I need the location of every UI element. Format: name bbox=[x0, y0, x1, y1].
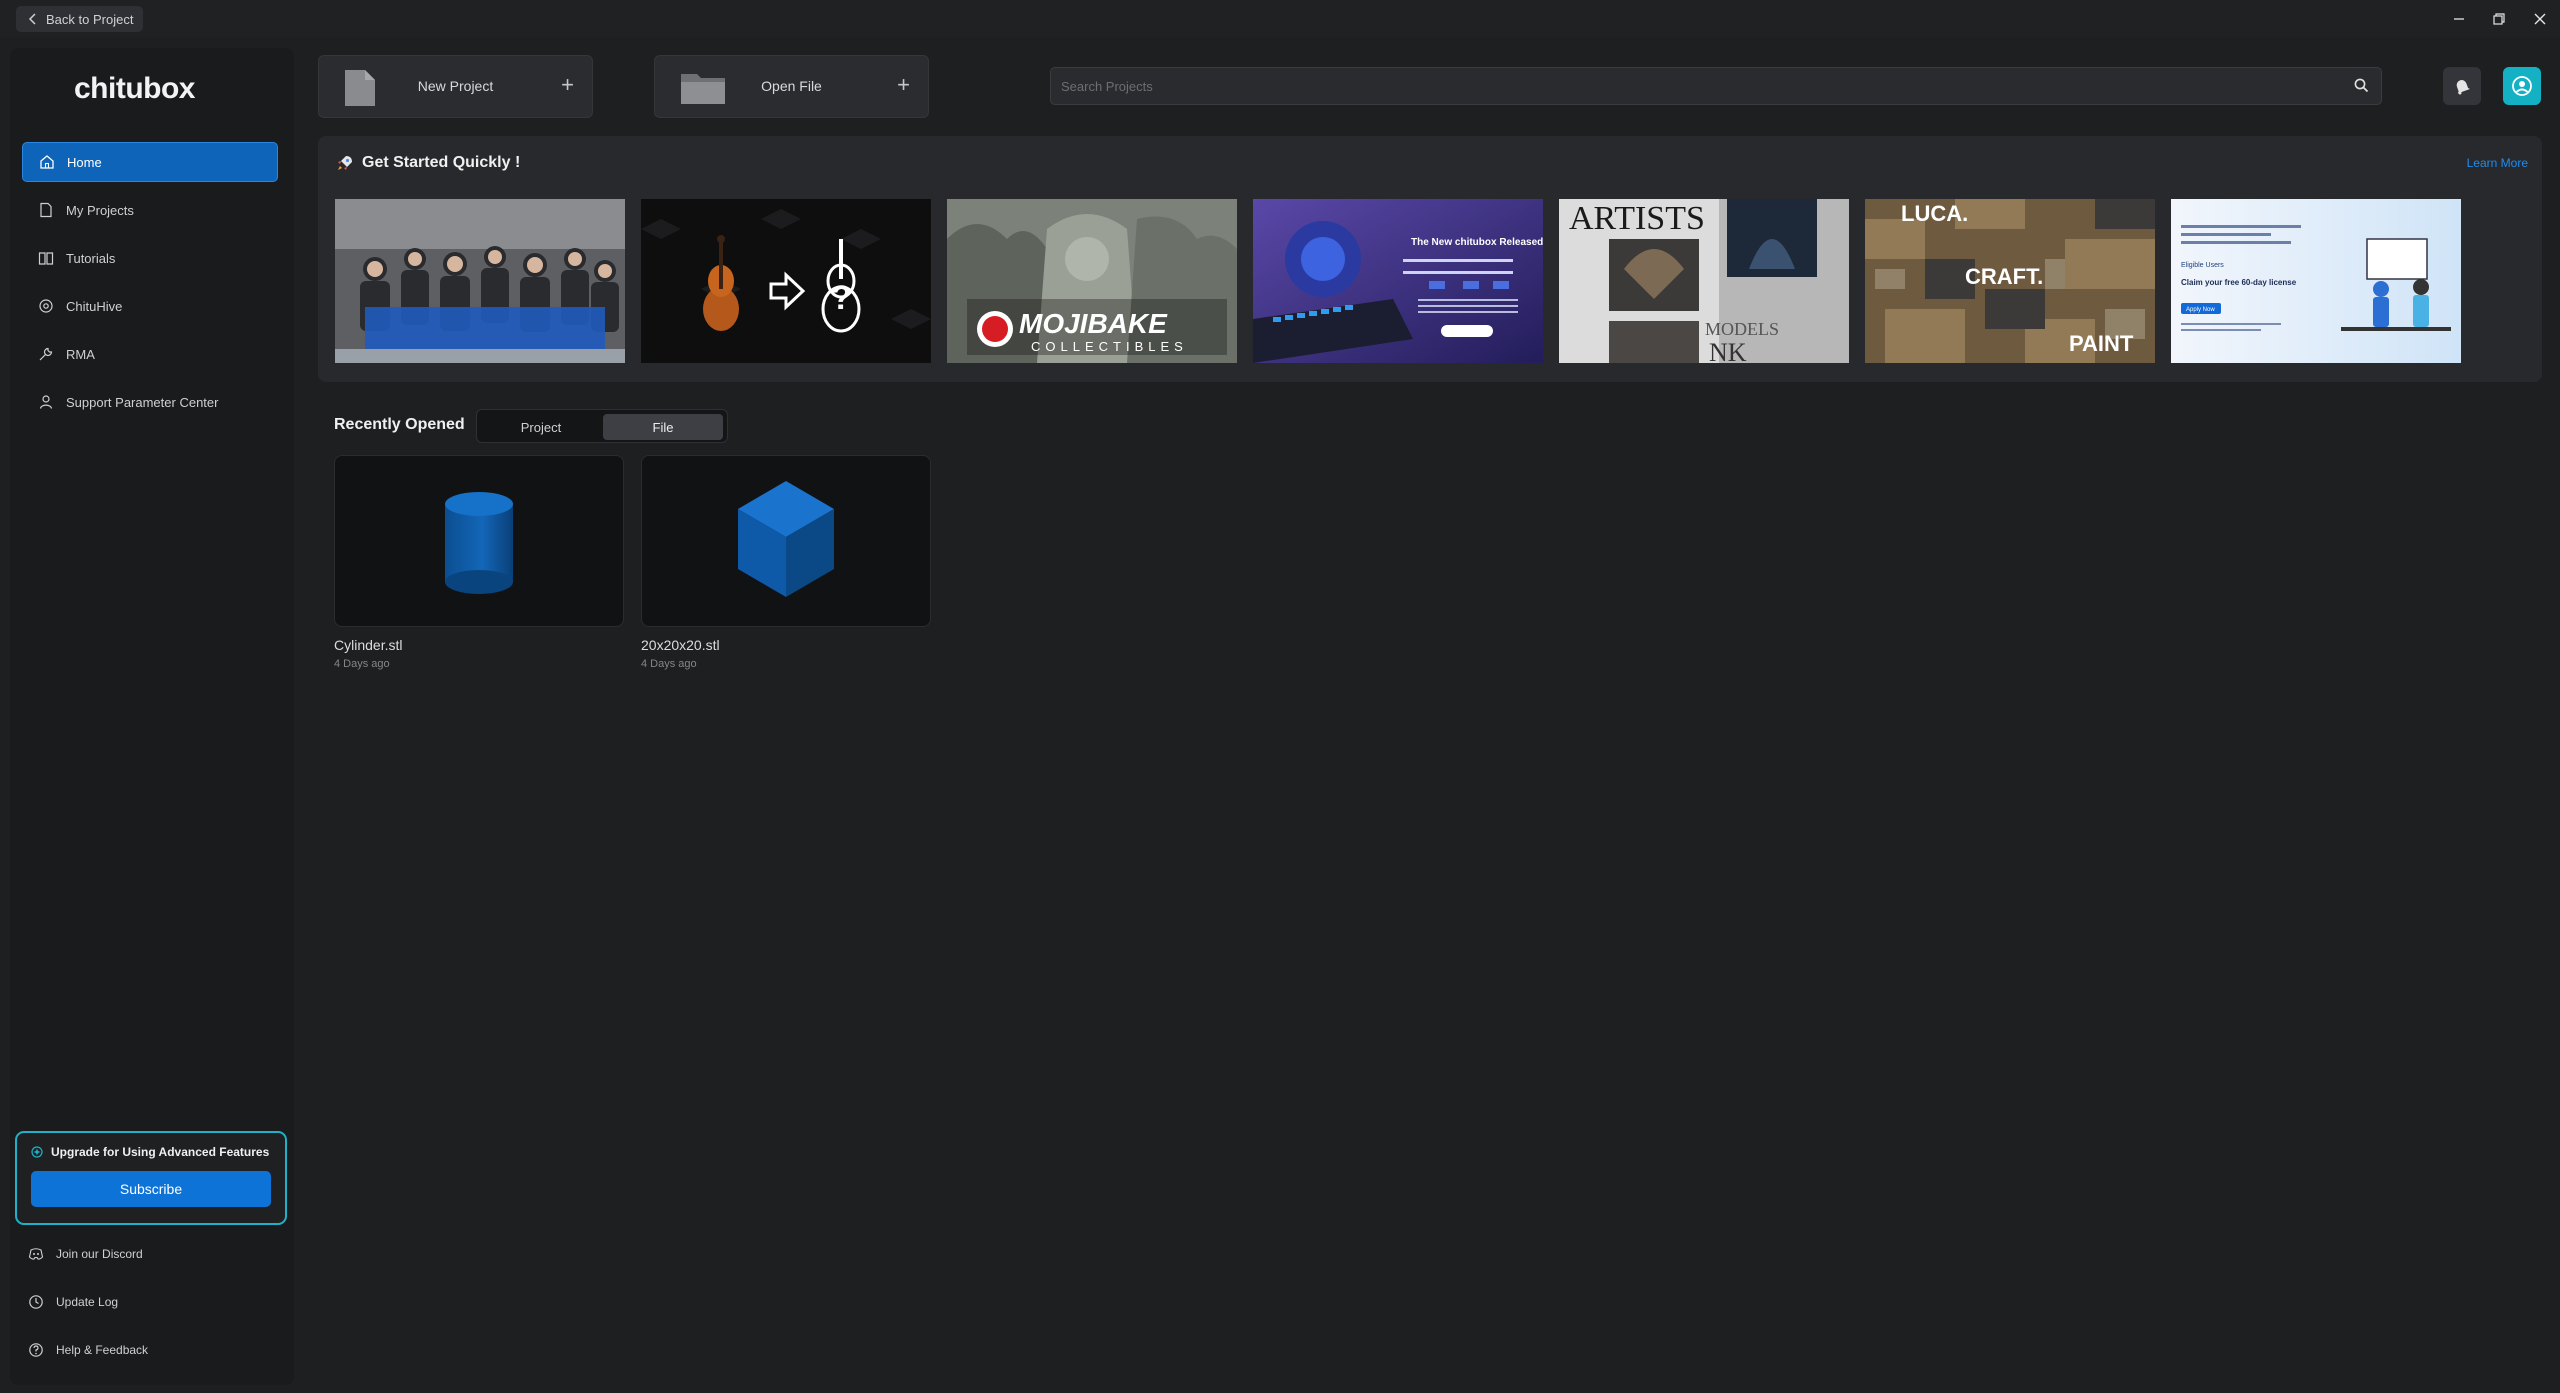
restore-icon bbox=[2493, 13, 2505, 25]
back-to-project-button[interactable]: Back to Project bbox=[16, 6, 143, 32]
home-icon bbox=[40, 155, 54, 169]
file-name: 20x20x20.stl bbox=[641, 637, 720, 653]
bottom-link-label: Join our Discord bbox=[56, 1247, 143, 1261]
chitubox-logo: chitubox bbox=[74, 72, 196, 105]
apply-now-text: Apply Now bbox=[2186, 307, 2215, 313]
title-bar: Back to Project bbox=[0, 0, 2560, 37]
file-name: Cylinder.stl bbox=[334, 637, 403, 653]
cylinder-model-icon bbox=[445, 492, 513, 594]
search-icon[interactable] bbox=[2354, 78, 2369, 93]
update-icon bbox=[29, 1295, 43, 1309]
help-icon bbox=[29, 1343, 43, 1357]
tab-file[interactable]: File bbox=[603, 414, 723, 440]
search-input[interactable] bbox=[1051, 68, 2341, 104]
sidebar-nav: Home My Projects Tutorials ChituHive RMA… bbox=[22, 142, 278, 430]
open-file-label: Open File bbox=[761, 78, 822, 94]
get-started-thumbnails: ? MOJIBAKE COLLECTIBLES The New chitubox… bbox=[335, 199, 2461, 363]
free-license-text: Claim your free 60-day license bbox=[2181, 278, 2297, 287]
cube-model-icon bbox=[738, 481, 834, 597]
get-started-panel: Get Started Quickly ! Learn More ? MOJIB… bbox=[318, 136, 2542, 382]
artists-text: ARTISTS bbox=[1569, 200, 1705, 237]
subscribe-button[interactable]: Subscribe bbox=[31, 1171, 271, 1207]
hive-icon bbox=[39, 299, 53, 313]
team-photo-thumbnail[interactable] bbox=[335, 199, 625, 363]
chitubox-release-thumbnail[interactable]: The New chitubox Released bbox=[1253, 199, 1543, 363]
sidebar-item-label: Support Parameter Center bbox=[66, 394, 219, 410]
violin-model-thumbnail[interactable]: ? bbox=[641, 199, 931, 363]
sparkle-icon bbox=[31, 1146, 43, 1158]
sidebar-item-label: Home bbox=[67, 154, 102, 170]
update-log-link[interactable]: Update Log bbox=[20, 1278, 280, 1326]
minimize-button[interactable] bbox=[2446, 6, 2472, 32]
sidebar-item-my-projects[interactable]: My Projects bbox=[22, 190, 278, 230]
file-thumbnail bbox=[334, 455, 624, 627]
file-time: 4 Days ago bbox=[641, 658, 697, 670]
rocket-icon bbox=[338, 156, 352, 170]
chevron-left-icon bbox=[28, 13, 36, 25]
sidebar-item-support-parameter-center[interactable]: Support Parameter Center bbox=[22, 382, 278, 422]
close-button[interactable] bbox=[2527, 6, 2553, 32]
sidebar-item-label: ChituHive bbox=[66, 298, 123, 314]
mojibake-collectibles-thumbnail[interactable]: MOJIBAKE COLLECTIBLES bbox=[947, 199, 1237, 363]
tab-project[interactable]: Project bbox=[481, 414, 601, 440]
open-file-button[interactable]: Open File + bbox=[654, 55, 929, 118]
book-icon bbox=[38, 252, 54, 265]
sidebar-item-label: Tutorials bbox=[66, 250, 116, 266]
sidebar-bottom-links: Join our Discord Update Log Help & Feedb… bbox=[20, 1230, 280, 1374]
recent-file-card[interactable]: 20x20x20.stl 4 Days ago bbox=[641, 455, 931, 670]
paint-text: PAINT bbox=[2069, 331, 2134, 356]
help-feedback-link[interactable]: Help & Feedback bbox=[20, 1326, 280, 1374]
recent-tab-switcher: Project File bbox=[476, 409, 728, 443]
learn-more-link[interactable]: Learn More bbox=[2467, 156, 2528, 170]
get-started-title-text: Get Started Quickly ! bbox=[362, 154, 521, 171]
file-time: 4 Days ago bbox=[334, 658, 390, 670]
join-discord-link[interactable]: Join our Discord bbox=[20, 1230, 280, 1278]
models-text: MODELS bbox=[1705, 319, 1779, 339]
document-icon bbox=[40, 202, 52, 218]
sidebar-item-tutorials[interactable]: Tutorials bbox=[22, 238, 278, 278]
recent-file-card[interactable]: Cylinder.stl 4 Days ago bbox=[334, 455, 624, 670]
user-avatar-button[interactable] bbox=[2503, 67, 2541, 105]
discord-icon bbox=[28, 1248, 44, 1260]
collectibles-text: COLLECTIBLES bbox=[1031, 339, 1188, 354]
upgrade-title: Upgrade for Using Advanced Features bbox=[31, 1145, 269, 1159]
free-license-thumbnail[interactable]: Eligible Users Claim your free 60-day li… bbox=[2171, 199, 2461, 363]
restore-button[interactable] bbox=[2486, 6, 2512, 32]
new-project-label: New Project bbox=[417, 78, 494, 94]
back-to-project-label: Back to Project bbox=[46, 11, 134, 27]
artists-models-thumbnail[interactable]: ARTISTS MODELS NK bbox=[1559, 199, 1849, 363]
user-icon bbox=[2512, 76, 2532, 96]
eligible-users-text: Eligible Users bbox=[2181, 262, 2224, 269]
get-started-title: Get Started Quickly ! bbox=[336, 154, 520, 172]
sidebar-item-rma[interactable]: RMA bbox=[22, 334, 278, 374]
plus-icon: + bbox=[897, 72, 910, 97]
luca-text: LUCA. bbox=[1901, 201, 1968, 226]
upgrade-title-text: Upgrade for Using Advanced Features bbox=[51, 1145, 270, 1159]
minimize-icon bbox=[2454, 18, 2464, 20]
notification-button[interactable] bbox=[2443, 67, 2481, 105]
recently-opened-title: Recently Opened bbox=[334, 416, 465, 433]
support-icon bbox=[39, 395, 53, 409]
plus-icon: + bbox=[561, 72, 574, 97]
new-project-button[interactable]: New Project + bbox=[318, 55, 593, 118]
release-headline-text: The New chitubox Released bbox=[1411, 237, 1543, 248]
bottom-link-label: Help & Feedback bbox=[56, 1343, 149, 1357]
wrench-icon bbox=[39, 347, 53, 361]
bell-icon bbox=[2456, 80, 2470, 95]
close-icon bbox=[2534, 13, 2546, 25]
sidebar-item-label: My Projects bbox=[66, 202, 134, 218]
sidebar-item-home[interactable]: Home bbox=[22, 142, 278, 182]
upgrade-card: Upgrade for Using Advanced Features Subs… bbox=[15, 1131, 287, 1225]
sidebar: chitubox Home My Projects Tutorials Chit… bbox=[10, 48, 294, 1385]
sidebar-item-label: RMA bbox=[66, 346, 95, 362]
sidebar-item-chituhive[interactable]: ChituHive bbox=[22, 286, 278, 326]
svg-text:?: ? bbox=[831, 279, 852, 317]
luca-craft-paint-thumbnail[interactable]: LUCA. CRAFT. PAINT bbox=[1865, 199, 2155, 363]
search-box bbox=[1050, 67, 2382, 105]
mojibake-text: MOJIBAKE bbox=[1019, 308, 1168, 339]
svg-text:NK: NK bbox=[1709, 338, 1747, 363]
bottom-link-label: Update Log bbox=[56, 1295, 119, 1309]
file-thumbnail bbox=[641, 455, 931, 627]
craft-text: CRAFT. bbox=[1965, 264, 2043, 289]
